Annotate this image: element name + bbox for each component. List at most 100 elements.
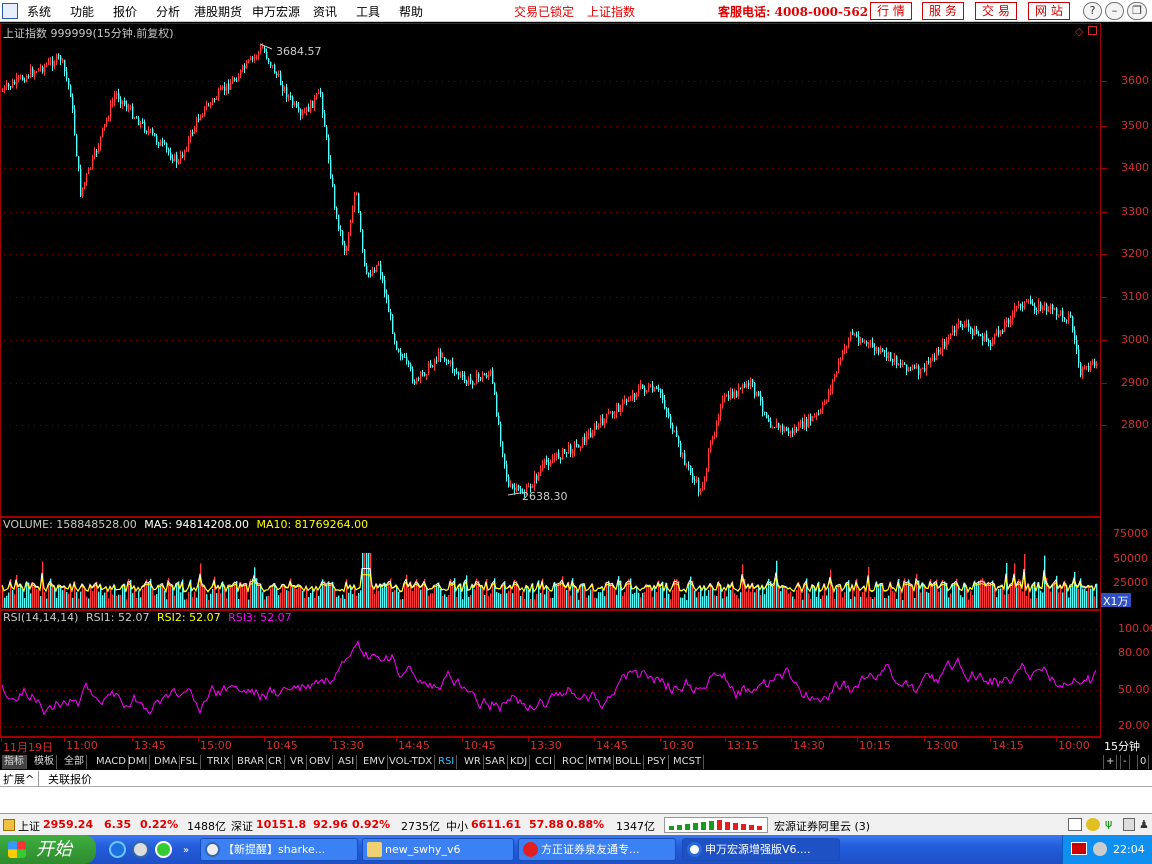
volume-bar <box>420 589 422 608</box>
person-icon[interactable]: ♟ <box>1139 818 1151 831</box>
rsi-gridline-dot <box>328 653 329 654</box>
indicator-tab-emv[interactable]: EMV <box>361 755 388 769</box>
indicator-tab-rsi[interactable]: RSI <box>436 755 458 769</box>
indicator-tab-dmi[interactable]: DMI <box>126 755 151 769</box>
taskbar-btn-fangzheng[interactable]: 方正证券泉友通专... <box>518 838 676 861</box>
tab-website[interactable]: 网 站 <box>1028 2 1070 20</box>
menu-swhy[interactable]: 申万宏源 <box>252 3 300 20</box>
rsi-gridline-dot <box>418 690 419 691</box>
indicator-tab-obv[interactable]: OBV <box>307 755 334 769</box>
server-name[interactable]: 宏源证券阿里云 (3) <box>774 818 870 834</box>
menu-system[interactable]: 系统 <box>27 3 51 20</box>
start-button[interactable]: 开始 <box>0 835 96 864</box>
indicator-tab-roc[interactable]: ROC <box>560 755 587 769</box>
indicator-control-1[interactable]: - <box>1120 755 1130 769</box>
outlook-icon[interactable] <box>132 841 149 858</box>
menu-analysis[interactable]: 分析 <box>156 3 180 20</box>
indicator-control-2[interactable]: 0 <box>1137 755 1150 769</box>
flag-icon[interactable] <box>1071 842 1087 855</box>
rsi-gridline-dot <box>784 653 785 654</box>
indicator-tab-mcst[interactable]: MCST <box>671 755 705 769</box>
tab-expand[interactable]: 扩展^ <box>3 771 40 787</box>
volume-unit: X1万 <box>1101 593 1131 608</box>
indicator-tab-[interactable]: 全部 <box>62 755 87 769</box>
indicator-tab-mtm[interactable]: MTM <box>586 755 615 769</box>
menu-function[interactable]: 功能 <box>70 3 94 20</box>
volume-bar <box>452 583 454 608</box>
price-gridline-dot <box>106 212 107 213</box>
taskbar-btn-forum[interactable]: 【新提醒】sharke... <box>200 838 358 861</box>
indicator-tab-kdj[interactable]: KDJ <box>508 755 531 769</box>
volume-gridline-dot <box>490 583 491 584</box>
volume-chart[interactable] <box>0 517 1101 610</box>
lock-screen-icon[interactable] <box>1123 818 1135 831</box>
price-gridline-dot <box>892 297 893 298</box>
price-gridline-dot <box>874 168 875 169</box>
restore-icon[interactable]: ❐ <box>1127 2 1147 20</box>
indicator-tab-macd[interactable]: MACD <box>94 755 129 769</box>
price-candle-body <box>1074 330 1076 341</box>
media-icon[interactable] <box>155 841 172 858</box>
tab-service[interactable]: 服 务 <box>922 2 964 20</box>
bulb-icon[interactable] <box>1086 818 1100 831</box>
price-gridline-dot <box>634 212 635 213</box>
indicator-tab-fsl[interactable]: FSL <box>178 755 201 769</box>
indicator-tab-[interactable]: 模板 <box>32 755 57 769</box>
price-gridline-dot <box>562 425 563 426</box>
menu-quote[interactable]: 报价 <box>113 3 137 20</box>
help-icon[interactable]: ? <box>1083 2 1102 20</box>
rsi-gridline-dot <box>610 653 611 654</box>
expand-quicklaunch-icon[interactable]: » <box>183 845 189 856</box>
tab-related-quotes[interactable]: 关联报价 <box>48 771 92 787</box>
indicator-tab-voltdx[interactable]: VOL-TDX <box>387 755 436 769</box>
indicator-tab-trix[interactable]: TRIX <box>205 755 233 769</box>
rsi-chart[interactable] <box>0 610 1101 737</box>
indicator-tab-cci[interactable]: CCI <box>533 755 555 769</box>
price-gridline-dot <box>238 126 239 127</box>
rsi-gridline-dot <box>388 726 389 727</box>
price-candle-body <box>398 349 400 352</box>
volume-bar <box>1076 585 1078 608</box>
tab-trade[interactable]: 交 易 <box>975 2 1017 20</box>
indicator-tab-brar[interactable]: BRAR <box>235 755 268 769</box>
price-chart[interactable]: 3684.572638.30 <box>0 23 1101 517</box>
rsi-gridline-dot <box>1072 690 1073 691</box>
price-gridline-dot <box>130 81 131 82</box>
lock-icon[interactable] <box>3 819 15 831</box>
taskbar-btn-swhy[interactable]: 申万宏源增强版V6.... <box>682 838 840 861</box>
indicator-control-0[interactable]: + <box>1103 755 1118 769</box>
indicator-tab-sar[interactable]: SAR <box>483 755 509 769</box>
signal-icon[interactable]: ψ <box>1105 817 1118 832</box>
indicator-tab-wr[interactable]: WR <box>462 755 484 769</box>
indicator-tab-dma[interactable]: DMA <box>152 755 181 769</box>
menu-hk-futures[interactable]: 港股期货 <box>194 3 242 20</box>
app-icon[interactable] <box>2 3 18 19</box>
indicator-tab-psy[interactable]: PSY <box>645 755 669 769</box>
volume-gridline-dot <box>382 583 383 584</box>
period-selector[interactable]: 15分钟 <box>1104 738 1140 754</box>
minimize-icon[interactable]: – <box>1105 2 1124 20</box>
menu-tools[interactable]: 工具 <box>356 3 380 20</box>
indicator-tab-cr[interactable]: CR <box>266 755 285 769</box>
volume-bar <box>626 582 628 608</box>
tab-market[interactable]: 行 情 <box>870 2 912 20</box>
indicator-tab-boll[interactable]: BOLL <box>613 755 644 769</box>
indicator-tab-asi[interactable]: ASI <box>336 755 358 769</box>
trade-lock-status[interactable]: 交易已锁定 <box>514 3 574 20</box>
rsi-gridline-dot <box>964 726 965 727</box>
price-candle-body <box>322 93 324 114</box>
ie-icon[interactable] <box>109 841 126 858</box>
price-gridline-dot <box>496 383 497 384</box>
market-breadth-indicator[interactable] <box>664 817 768 833</box>
taskbar-btn-folder[interactable]: new_swhy_v6 <box>362 838 514 861</box>
clock[interactable]: 22:04 <box>1113 843 1145 856</box>
menu-info[interactable]: 资讯 <box>313 3 337 20</box>
indicator-tab-[interactable]: 指标 <box>2 755 27 769</box>
price-gridline-dot <box>916 425 917 426</box>
volume-bar <box>208 599 210 608</box>
indicator-tab-vr[interactable]: VR <box>288 755 307 769</box>
menu-help[interactable]: 帮助 <box>399 3 423 20</box>
network-icon[interactable] <box>1093 842 1107 856</box>
rsi-gridline-dot <box>76 690 77 691</box>
notepad-icon[interactable] <box>1068 818 1082 831</box>
